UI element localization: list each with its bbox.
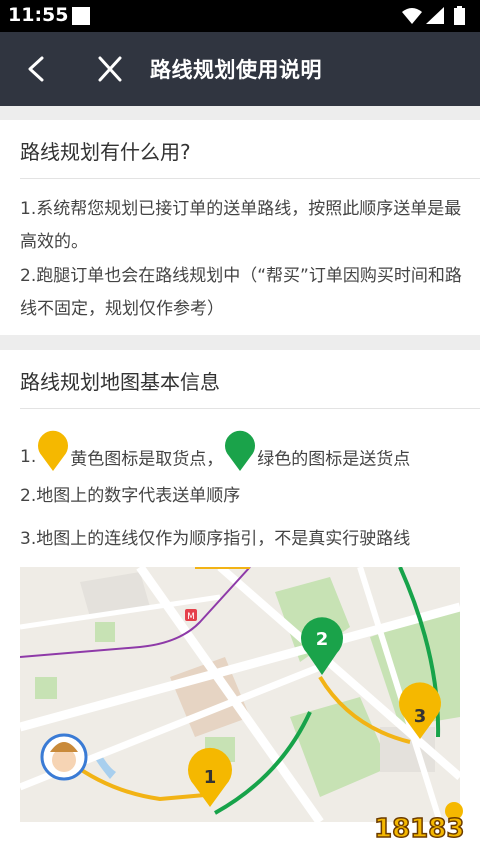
usage-item-1: 1.系统帮您规划已接订单的送单路线，按照此顺序送单是最高效的。 [20, 199, 462, 252]
map-park [95, 622, 115, 642]
svg-text:3: 3 [414, 706, 427, 727]
watermark-logo: 18183 [373, 802, 465, 843]
map-info-item-3: 3.地图上的连线仅作为顺序指引，不是真实行驶路线 [20, 529, 411, 549]
nav-bar: 路线规划使用说明 [0, 32, 480, 106]
legend-green-text: 绿色的图标是送货点 [257, 449, 411, 470]
svg-text:1: 1 [204, 767, 217, 788]
subway-station-label: M [187, 612, 195, 622]
section-usage: 路线规划有什么用? 1.系统帮您规划已接订单的送单路线，按照此顺序送单是最高效的… [0, 120, 480, 335]
route-map: M 1 2 3 [20, 567, 460, 822]
close-icon [98, 56, 122, 82]
legend-yellow-text: 黄色图标是取货点， [70, 449, 224, 470]
svg-text:2: 2 [316, 629, 329, 650]
legend-line: 1. 黄色图标是取货点， 绿色的图标是送货点 [20, 430, 411, 476]
wifi-icon [402, 8, 422, 24]
status-icons [402, 6, 465, 25]
yellow-pin-icon [38, 430, 69, 471]
back-arrow-icon [28, 56, 44, 82]
section-map-info: 路线规划地图基本信息 1. 黄色图标是取货点， 绿色的图标是送货点 2.地图上的… [0, 350, 480, 853]
status-bar: 11:55 [0, 0, 480, 32]
divider [20, 178, 480, 179]
status-time: 11:55 [8, 4, 69, 26]
divider [20, 408, 480, 409]
map-illustration: M 1 2 3 [20, 567, 460, 822]
usage-item-2: 2.跑腿订单也会在路线规划中（“帮买”订单因购买时间和路线不固定，规划仅作参考） [20, 266, 462, 319]
legend-prefix: 1. [20, 447, 37, 467]
map-info-item-2: 2.地图上的数字代表送单顺序 [20, 486, 241, 506]
svg-text:18183: 18183 [374, 814, 464, 843]
signal-icon [426, 7, 444, 24]
back-button[interactable] [18, 51, 54, 87]
page-title: 路线规划使用说明 [150, 58, 322, 82]
green-pin-icon [225, 430, 256, 471]
section-title: 路线规划有什么用? [20, 140, 191, 164]
close-button[interactable] [92, 51, 128, 87]
section-title: 路线规划地图基本信息 [20, 370, 220, 394]
battery-icon [454, 8, 465, 25]
map-park [35, 677, 57, 699]
notification-icon [72, 7, 90, 25]
